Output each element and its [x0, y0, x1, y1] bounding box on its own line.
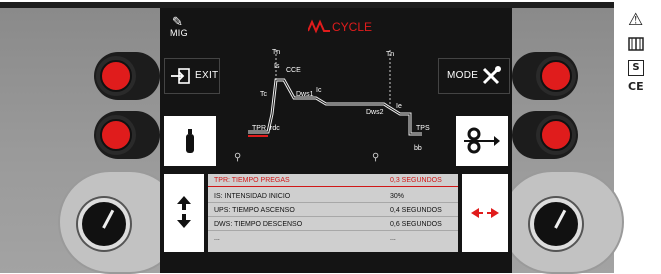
cycle-logo: CYCLE	[307, 18, 378, 39]
param-value: 0,4 SEGUNDOS	[390, 207, 442, 214]
graph-label-tn2: Tn	[386, 51, 394, 58]
s-mark-icon: S	[628, 60, 644, 76]
up-down-arrows-icon	[177, 196, 191, 228]
param-row-ups[interactable]: UPS: TIEMPO ASCENSO 0,4 SEGUNDOS	[208, 204, 458, 217]
right-control-panel	[500, 8, 624, 274]
param-name: IS: INTENSIDAD INICIO	[214, 193, 291, 200]
param-value: 30%	[390, 193, 405, 200]
param-adjust-control[interactable]	[462, 174, 508, 252]
right-encoder-knob[interactable]	[530, 198, 582, 250]
gas-hard-button[interactable]	[100, 119, 132, 151]
exit-icon	[171, 68, 190, 84]
param-row-dws[interactable]: DWS: TIEMPO DESCENSO 0,6 SEGUNDOS	[208, 218, 458, 231]
left-control-panel	[0, 8, 182, 274]
left-encoder-knob[interactable]	[78, 198, 130, 250]
param-value: ...	[390, 235, 396, 242]
tools-icon	[482, 66, 501, 85]
cycle-wave-icon	[307, 19, 330, 34]
param-name: UPS: TIEMPO ASCENSO	[214, 207, 295, 214]
left-right-arrows-icon	[471, 208, 499, 218]
process-mode-label: MIG	[170, 28, 188, 38]
graph-label-bb: bb	[414, 145, 422, 152]
graph-label-ic: Ic	[316, 87, 322, 94]
param-name: DWS: TIEMPO DESCENSO	[214, 221, 303, 228]
gas-purge-button[interactable]	[164, 116, 216, 166]
row-divider	[208, 230, 458, 231]
graph-label-dws2: Dws2	[366, 109, 384, 116]
ce-mark-icon: CE	[628, 80, 644, 93]
graph-label-tc: Tc	[260, 91, 268, 98]
row-divider	[208, 202, 458, 203]
graph-label-dws1: Dws1	[296, 91, 314, 98]
knob-pointer	[554, 209, 567, 229]
graph-label-tn1: Tn	[272, 49, 280, 56]
graph-label-tpr: TPR	[252, 125, 266, 132]
param-value: 0,3 SEGUNDOS	[390, 177, 442, 184]
cycle-graph: ⚲ ⚲ Tn Is CCE Tc Dws1 Ic TPR rdc Tn Dws2…	[234, 49, 430, 163]
torch-start-icon: ⚲	[234, 152, 241, 163]
display-screen: ✎ MIG CYCLE EXIT MODE ⚲ ⚲ Tn Is CCE Tc D…	[160, 8, 512, 273]
wire-feed-button[interactable]	[456, 116, 508, 166]
torch-end-icon: ⚲	[372, 152, 379, 163]
graph-label-is: Is	[274, 63, 280, 70]
param-value: 0,6 SEGUNDOS	[390, 221, 442, 228]
wire-hard-button[interactable]	[540, 119, 572, 151]
graph-label-cce: CCE	[286, 67, 301, 74]
param-row-more[interactable]: ... ...	[208, 232, 458, 245]
graph-label-tps: TPS	[416, 125, 430, 132]
param-row-tpr[interactable]: TPR: TIEMPO PREGAS 0,3 SEGUNDOS	[208, 174, 458, 187]
param-row-is[interactable]: IS: INTENSIDAD INICIO 30%	[208, 190, 458, 203]
knob-pointer	[102, 209, 115, 229]
warning-icon: ⚠	[628, 10, 644, 30]
param-scroll-control[interactable]	[164, 174, 204, 252]
wire-feed-icon	[464, 127, 500, 154]
gas-cylinder-icon	[186, 129, 194, 153]
book-icon	[628, 36, 644, 55]
parameter-list: TPR: TIEMPO PREGAS 0,3 SEGUNDOS IS: INTE…	[208, 174, 458, 252]
row-divider	[208, 216, 458, 217]
graph-label-rdc: rdc	[270, 125, 280, 132]
exit-button[interactable]: EXIT	[164, 58, 220, 94]
cycle-brand-text: CYCLE	[332, 20, 372, 34]
graph-label-ie: Ie	[396, 103, 402, 110]
param-name: ...	[214, 235, 220, 242]
mode-hard-button[interactable]	[540, 60, 572, 92]
exit-label: EXIT	[195, 70, 219, 81]
cycle-logo-icon: CYCLE	[307, 19, 372, 34]
param-name: TPR: TIEMPO PREGAS	[214, 177, 290, 184]
exit-hard-button[interactable]	[100, 60, 132, 92]
